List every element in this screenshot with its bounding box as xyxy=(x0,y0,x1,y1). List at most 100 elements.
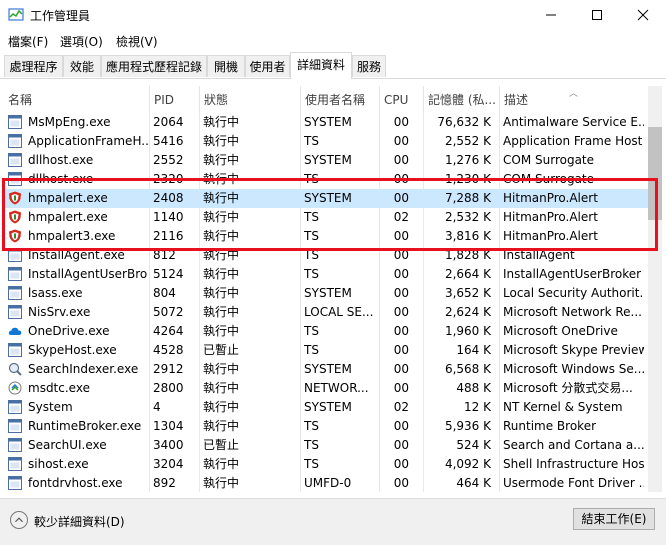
pid-cell: 2320 xyxy=(153,172,184,186)
pid-cell: 3400 xyxy=(153,438,184,452)
table-row[interactable]: NisSrv.exe 5072 執行中 LOCAL SE... 00 2,624 K Mic… xyxy=(4,303,648,322)
username-cell: SYSTEM xyxy=(304,286,352,300)
end-task-button[interactable]: 結束工作(E) xyxy=(573,508,655,530)
description-cell: Microsoft 分散式交易... xyxy=(503,381,633,395)
table-row[interactable]: OneDrive.exe 4264 執行中 TS 00 1,960 K Microsoft … xyxy=(4,322,648,341)
username-cell: TS xyxy=(304,457,319,471)
column-header-memory[interactable]: 記憶體 (私... xyxy=(423,86,499,113)
process-name-cell: hmpalert.exe xyxy=(28,191,108,205)
column-header-status[interactable]: 狀態 xyxy=(199,86,300,113)
tab-strip: 處理程序 效能 應用程式歷程記錄 開機 使用者 詳細資料 服務 xyxy=(0,52,666,79)
cpu-cell: 00 xyxy=(393,457,409,471)
username-cell: TS xyxy=(304,248,319,262)
username-cell: SYSTEM xyxy=(304,362,352,376)
username-cell: TS xyxy=(304,210,319,224)
status-cell: 執行中 xyxy=(203,229,240,243)
table-row[interactable]: ApplicationFrameH... 5416 執行中 TS 00 2,552 K Ap… xyxy=(4,132,648,151)
menu-options[interactable]: 選項(O) xyxy=(60,33,103,50)
table-row[interactable]: MsMpEng.exe 2064 執行中 SYSTEM 00 76,632 K Antima… xyxy=(4,113,648,132)
table-row[interactable]: InstallAgent.exe 812 執行中 TS 00 1,828 K Install… xyxy=(4,246,648,265)
cpu-cell: 00 xyxy=(393,134,409,148)
pid-cell: 1304 xyxy=(153,419,184,433)
tab-details[interactable]: 詳細資料 xyxy=(290,52,352,79)
process-name-cell: hmpalert.exe xyxy=(28,210,108,224)
memory-cell: 524 K xyxy=(456,438,491,452)
close-button[interactable] xyxy=(620,0,666,30)
table-row[interactable]: System 4 執行中 SYSTEM 02 12 K NT Kernel & System xyxy=(4,398,648,417)
table-row[interactable]: msdtc.exe 2800 執行中 NETWOR... 00 488 K Microsof… xyxy=(4,379,648,398)
column-header-cpu[interactable]: CPU xyxy=(379,86,423,113)
process-name-cell: MsMpEng.exe xyxy=(28,115,111,129)
cpu-cell: 00 xyxy=(393,381,409,395)
username-cell: SYSTEM xyxy=(304,153,352,167)
description-cell: COM Surrogate xyxy=(503,153,595,167)
cpu-cell: 00 xyxy=(393,115,409,129)
username-cell: TS xyxy=(304,134,319,148)
menu-view[interactable]: 檢視(V) xyxy=(116,33,158,50)
pid-cell: 5416 xyxy=(153,134,184,148)
memory-cell: 1,960 K xyxy=(444,324,491,338)
fewer-details-label: 較少詳細資料(D) xyxy=(34,515,125,529)
table-row[interactable]: SkypeHost.exe 4528 已暫止 TS 00 164 K Microsoft S… xyxy=(4,341,648,360)
task-manager-icon xyxy=(8,8,24,21)
pid-cell: 4 xyxy=(153,400,161,414)
table-row[interactable]: hmpalert.exe 1140 執行中 TS 02 2,532 K HitmanPro.… xyxy=(4,208,648,227)
column-header-username[interactable]: 使用者名稱 xyxy=(300,86,379,113)
username-cell: TS xyxy=(304,229,319,243)
status-cell: 執行中 xyxy=(203,324,240,338)
minimize-icon xyxy=(546,14,556,16)
sort-arrow-icon: ︿ xyxy=(569,89,579,99)
tab-users[interactable]: 使用者 xyxy=(245,55,290,77)
description-cell: Microsoft Skype Preview xyxy=(503,343,644,357)
username-cell: TS xyxy=(304,324,319,338)
pid-cell: 804 xyxy=(153,286,176,300)
table-row[interactable]: dllhost.exe 2552 執行中 SYSTEM 00 1,276 K COM Sur… xyxy=(4,151,648,170)
fewer-details-button[interactable]: 較少詳細資料(D) xyxy=(10,511,180,531)
description-cell: COM Surrogate xyxy=(503,172,595,186)
table-row[interactable]: dllhost.exe 2320 執行中 TS 00 1,230 K COM Surroga… xyxy=(4,170,648,189)
maximize-button[interactable] xyxy=(574,0,620,30)
process-name-cell: SkypeHost.exe xyxy=(28,343,117,357)
menu-file[interactable]: 檔案(F) xyxy=(8,33,48,50)
memory-cell: 1,828 K xyxy=(444,248,491,262)
status-cell: 執行中 xyxy=(203,400,240,414)
table-row[interactable]: hmpalert.exe 2408 執行中 SYSTEM 00 7,288 K Hitman… xyxy=(4,189,648,208)
table-row[interactable]: lsass.exe 804 執行中 SYSTEM 00 3,652 K Local Secu… xyxy=(4,284,648,303)
table-row[interactable]: SearchUI.exe 3400 已暫止 TS 00 524 K Search and C… xyxy=(4,436,648,455)
cpu-cell: 00 xyxy=(393,286,409,300)
pid-cell: 2800 xyxy=(153,381,184,395)
pid-cell: 3204 xyxy=(153,457,184,471)
status-cell: 執行中 xyxy=(203,115,240,129)
cpu-cell: 00 xyxy=(393,305,409,319)
column-header-name[interactable]: 名稱 xyxy=(4,86,149,113)
scrollbar-thumb[interactable] xyxy=(648,127,662,220)
column-header-pid[interactable]: PID xyxy=(149,86,199,113)
description-cell: HitmanPro.Alert xyxy=(503,229,598,243)
table-row[interactable]: RuntimeBroker.exe 1304 執行中 TS 00 5,936 K Runti… xyxy=(4,417,648,436)
tab-processes[interactable]: 處理程序 xyxy=(4,55,63,77)
tab-startup[interactable]: 開機 xyxy=(207,55,245,77)
minimize-button[interactable] xyxy=(528,0,574,30)
memory-cell: 1,276 K xyxy=(444,153,491,167)
table-row[interactable]: sihost.exe 3204 執行中 TS 00 4,092 K Shell Infras… xyxy=(4,455,648,474)
table-row[interactable]: hmpalert3.exe 2116 執行中 TS 00 3,816 K HitmanPro… xyxy=(4,227,648,246)
window-title: 工作管理員 xyxy=(30,9,91,23)
pid-cell: 2064 xyxy=(153,115,184,129)
tab-performance[interactable]: 效能 xyxy=(63,55,101,77)
pid-cell: 1140 xyxy=(153,210,184,224)
username-cell: LOCAL SE... xyxy=(304,305,374,319)
tab-services[interactable]: 服務 xyxy=(352,55,386,77)
tab-app-history[interactable]: 應用程式歷程記錄 xyxy=(101,55,207,77)
menu-bar: 檔案(F) 選項(O) 檢視(V) xyxy=(0,30,666,52)
table-row[interactable]: InstallAgentUserBro... 5124 執行中 TS 00 2,664 K… xyxy=(4,265,648,284)
process-name-cell: msdtc.exe xyxy=(28,381,90,395)
description-cell: Local Security Authorit... xyxy=(503,286,644,300)
table-row[interactable]: fontdrvhost.exe 892 執行中 UMFD-0 00 464 K Usermo… xyxy=(4,474,648,492)
description-cell: Microsoft Windows Se... xyxy=(503,362,644,376)
process-name-cell: dllhost.exe xyxy=(28,172,94,186)
table-row[interactable]: SearchIndexer.exe 2912 執行中 SYSTEM 00 6,568 K M… xyxy=(4,360,648,379)
process-name-cell: OneDrive.exe xyxy=(28,324,110,338)
status-cell: 執行中 xyxy=(203,172,240,186)
memory-cell: 164 K xyxy=(456,343,491,357)
username-cell: TS xyxy=(304,343,319,357)
